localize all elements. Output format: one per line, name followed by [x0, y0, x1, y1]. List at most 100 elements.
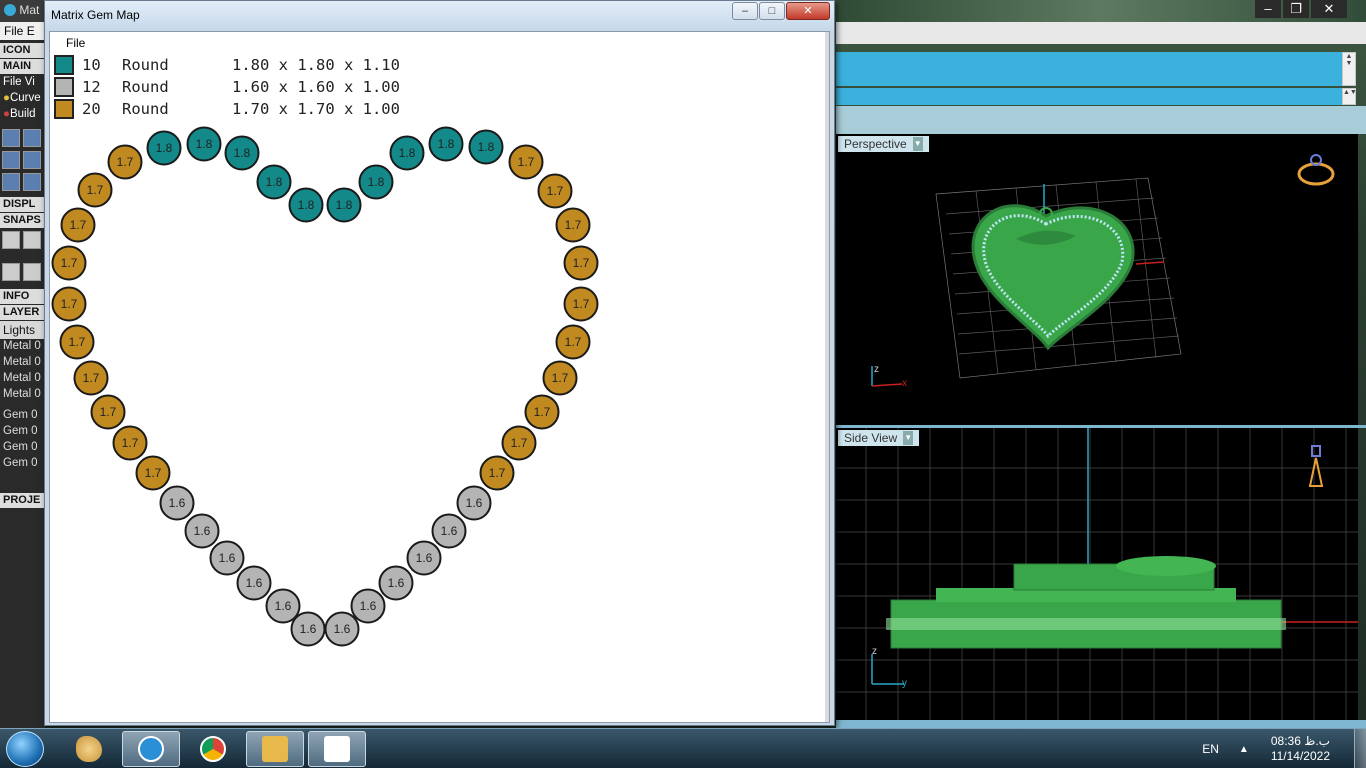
panel-header-snaps[interactable]: SNAPS [0, 213, 46, 228]
panel-header-info[interactable]: INFO [0, 289, 46, 304]
taskbar-app-explorer[interactable] [246, 731, 304, 767]
gem-size-label: 1.7 [61, 256, 78, 270]
command-input[interactable] [836, 88, 1342, 105]
axis-x-label: x [902, 378, 907, 389]
gem-size-label: 1.6 [388, 576, 405, 590]
input-scrollbar[interactable]: ▲▼ [1342, 88, 1357, 105]
gem-size-label: 1.7 [534, 405, 551, 419]
layer-metal-3[interactable]: Metal 0 [0, 371, 46, 387]
panel-header-display[interactable]: DISPL [0, 197, 46, 212]
gem-1-7: 1.7 [51, 245, 87, 281]
gem-1-6: 1.6 [209, 540, 245, 576]
restore-button[interactable]: ❐ [1283, 0, 1309, 18]
gem-1-8: 1.8 [256, 164, 292, 200]
perspective-viewport[interactable]: Perspective ▼ z x [836, 134, 1358, 425]
taskbar-app-chrome[interactable] [184, 731, 242, 767]
panel-menu-view[interactable]: Vi [25, 76, 35, 88]
language-indicator[interactable]: EN [1202, 742, 1219, 756]
command-bar[interactable] [836, 52, 1342, 86]
taskbar-app-vector[interactable] [122, 731, 180, 767]
layer-lights[interactable]: Lights [0, 321, 46, 339]
view-layout-icon[interactable] [2, 263, 20, 281]
panel-header-main[interactable]: MAIN [0, 59, 46, 74]
background-window-controls: – ❐ ✕ [1255, 0, 1366, 20]
gem-size-label: 1.7 [573, 256, 590, 270]
start-button[interactable] [6, 731, 44, 767]
curve-tool-icon[interactable] [23, 173, 41, 191]
menu-edit[interactable]: E [27, 24, 35, 38]
gem-1-7: 1.7 [524, 394, 560, 430]
pendant-gizmo-icon[interactable] [1308, 445, 1324, 487]
gem-1-8: 1.8 [389, 135, 425, 171]
pen-tool-icon[interactable] [23, 129, 41, 147]
clock[interactable]: 08:36 ب.ظ 11/14/2022 [1271, 734, 1330, 764]
minimize-button[interactable]: – [1255, 0, 1281, 18]
gem-1-7: 1.7 [555, 324, 591, 360]
panel-header-layers[interactable]: LAYER [0, 305, 46, 320]
snap-curve-icon[interactable] [23, 231, 41, 249]
menu-file[interactable]: File [4, 24, 23, 38]
gem-size-label: 1.7 [122, 436, 139, 450]
pendant-side-model [886, 556, 1286, 649]
show-desktop-button[interactable] [1354, 729, 1366, 768]
viewport-bottom-border [836, 720, 1366, 728]
gem-size-label: 1.8 [298, 198, 315, 212]
paint-palette-icon [76, 736, 102, 762]
cube-tool-icon[interactable] [2, 173, 20, 191]
gem-1-7: 1.7 [501, 425, 537, 461]
layer-gem-3[interactable]: Gem 0 [0, 440, 46, 456]
view-toggle-icon[interactable] [23, 263, 41, 281]
chevron-down-icon[interactable]: ▼ [912, 137, 923, 151]
gem-1-6: 1.6 [324, 611, 360, 647]
gem-size-label: 1.6 [360, 599, 377, 613]
panel-menu-file[interactable]: File [3, 76, 22, 88]
layer-metal-2[interactable]: Metal 0 [0, 355, 46, 371]
panel-header-icon[interactable]: ICON [0, 43, 46, 58]
gem-1-7: 1.7 [508, 144, 544, 180]
viewport-label-perspective[interactable]: Perspective ▼ [838, 136, 929, 152]
close-button[interactable]: ✕ [786, 2, 830, 20]
layer-metal-1[interactable]: Metal 0 [0, 339, 46, 355]
side-viewport[interactable]: Side View ▼ z y [836, 428, 1358, 720]
layer-metal-4[interactable]: Metal 0 [0, 387, 46, 403]
command-scrollbar[interactable]: ▲ ▼ [1342, 52, 1356, 86]
panel-item-curve[interactable]: ●Curve [0, 91, 46, 107]
toolbar-band [836, 106, 1366, 134]
layer-gem-1[interactable]: Gem 0 [0, 408, 46, 424]
viewport-label-side[interactable]: Side View ▼ [838, 430, 920, 446]
gem-1-7: 1.7 [60, 207, 96, 243]
panel-header-project[interactable]: PROJE [0, 493, 46, 508]
maximize-button[interactable]: □ [759, 2, 785, 20]
viewport-label-text: Perspective [844, 137, 907, 151]
gem-size-label: 1.6 [300, 622, 317, 636]
ring-gizmo-icon[interactable] [1297, 154, 1335, 186]
gem-tool-icon[interactable] [2, 129, 20, 147]
gem-1-8: 1.8 [224, 135, 260, 171]
vertical-scrollbar[interactable] [825, 32, 829, 722]
diamond-tool-icon[interactable] [23, 151, 41, 169]
ring-tool-icon[interactable] [2, 151, 20, 169]
tool-icons-1 [0, 127, 46, 149]
gem-size-label: 1.7 [547, 184, 564, 198]
gem-1-8: 1.8 [428, 126, 464, 162]
chevron-down-icon[interactable]: ▼ [903, 431, 914, 445]
tray-expand-icon[interactable]: ▲ [1239, 744, 1249, 755]
gem-map-titlebar[interactable]: Matrix Gem Map – □ ✕ [45, 1, 834, 29]
gem-1-7: 1.7 [59, 324, 95, 360]
matrix-app-icon [324, 736, 350, 762]
gem-map-client: File 10 Round 1.80 x 1.80 x 1.10 12 Round 1.6… [49, 31, 830, 723]
gem-1-8: 1.8 [288, 187, 324, 223]
close-button[interactable]: ✕ [1311, 0, 1347, 18]
gem-size-label: 1.6 [441, 524, 458, 538]
layer-gem-4[interactable]: Gem 0 [0, 456, 46, 472]
layer-gem-2[interactable]: Gem 0 [0, 424, 46, 440]
gem-size-label: 1.7 [489, 466, 506, 480]
gem-size-label: 1.7 [565, 218, 582, 232]
taskbar-app-paint[interactable] [60, 731, 118, 767]
minimize-button[interactable]: – [732, 2, 758, 20]
gem-1-6: 1.6 [378, 565, 414, 601]
snap-grid-icon[interactable] [2, 231, 20, 249]
panel-item-build[interactable]: ●Build [0, 107, 46, 123]
taskbar-app-matrix[interactable] [308, 731, 366, 767]
